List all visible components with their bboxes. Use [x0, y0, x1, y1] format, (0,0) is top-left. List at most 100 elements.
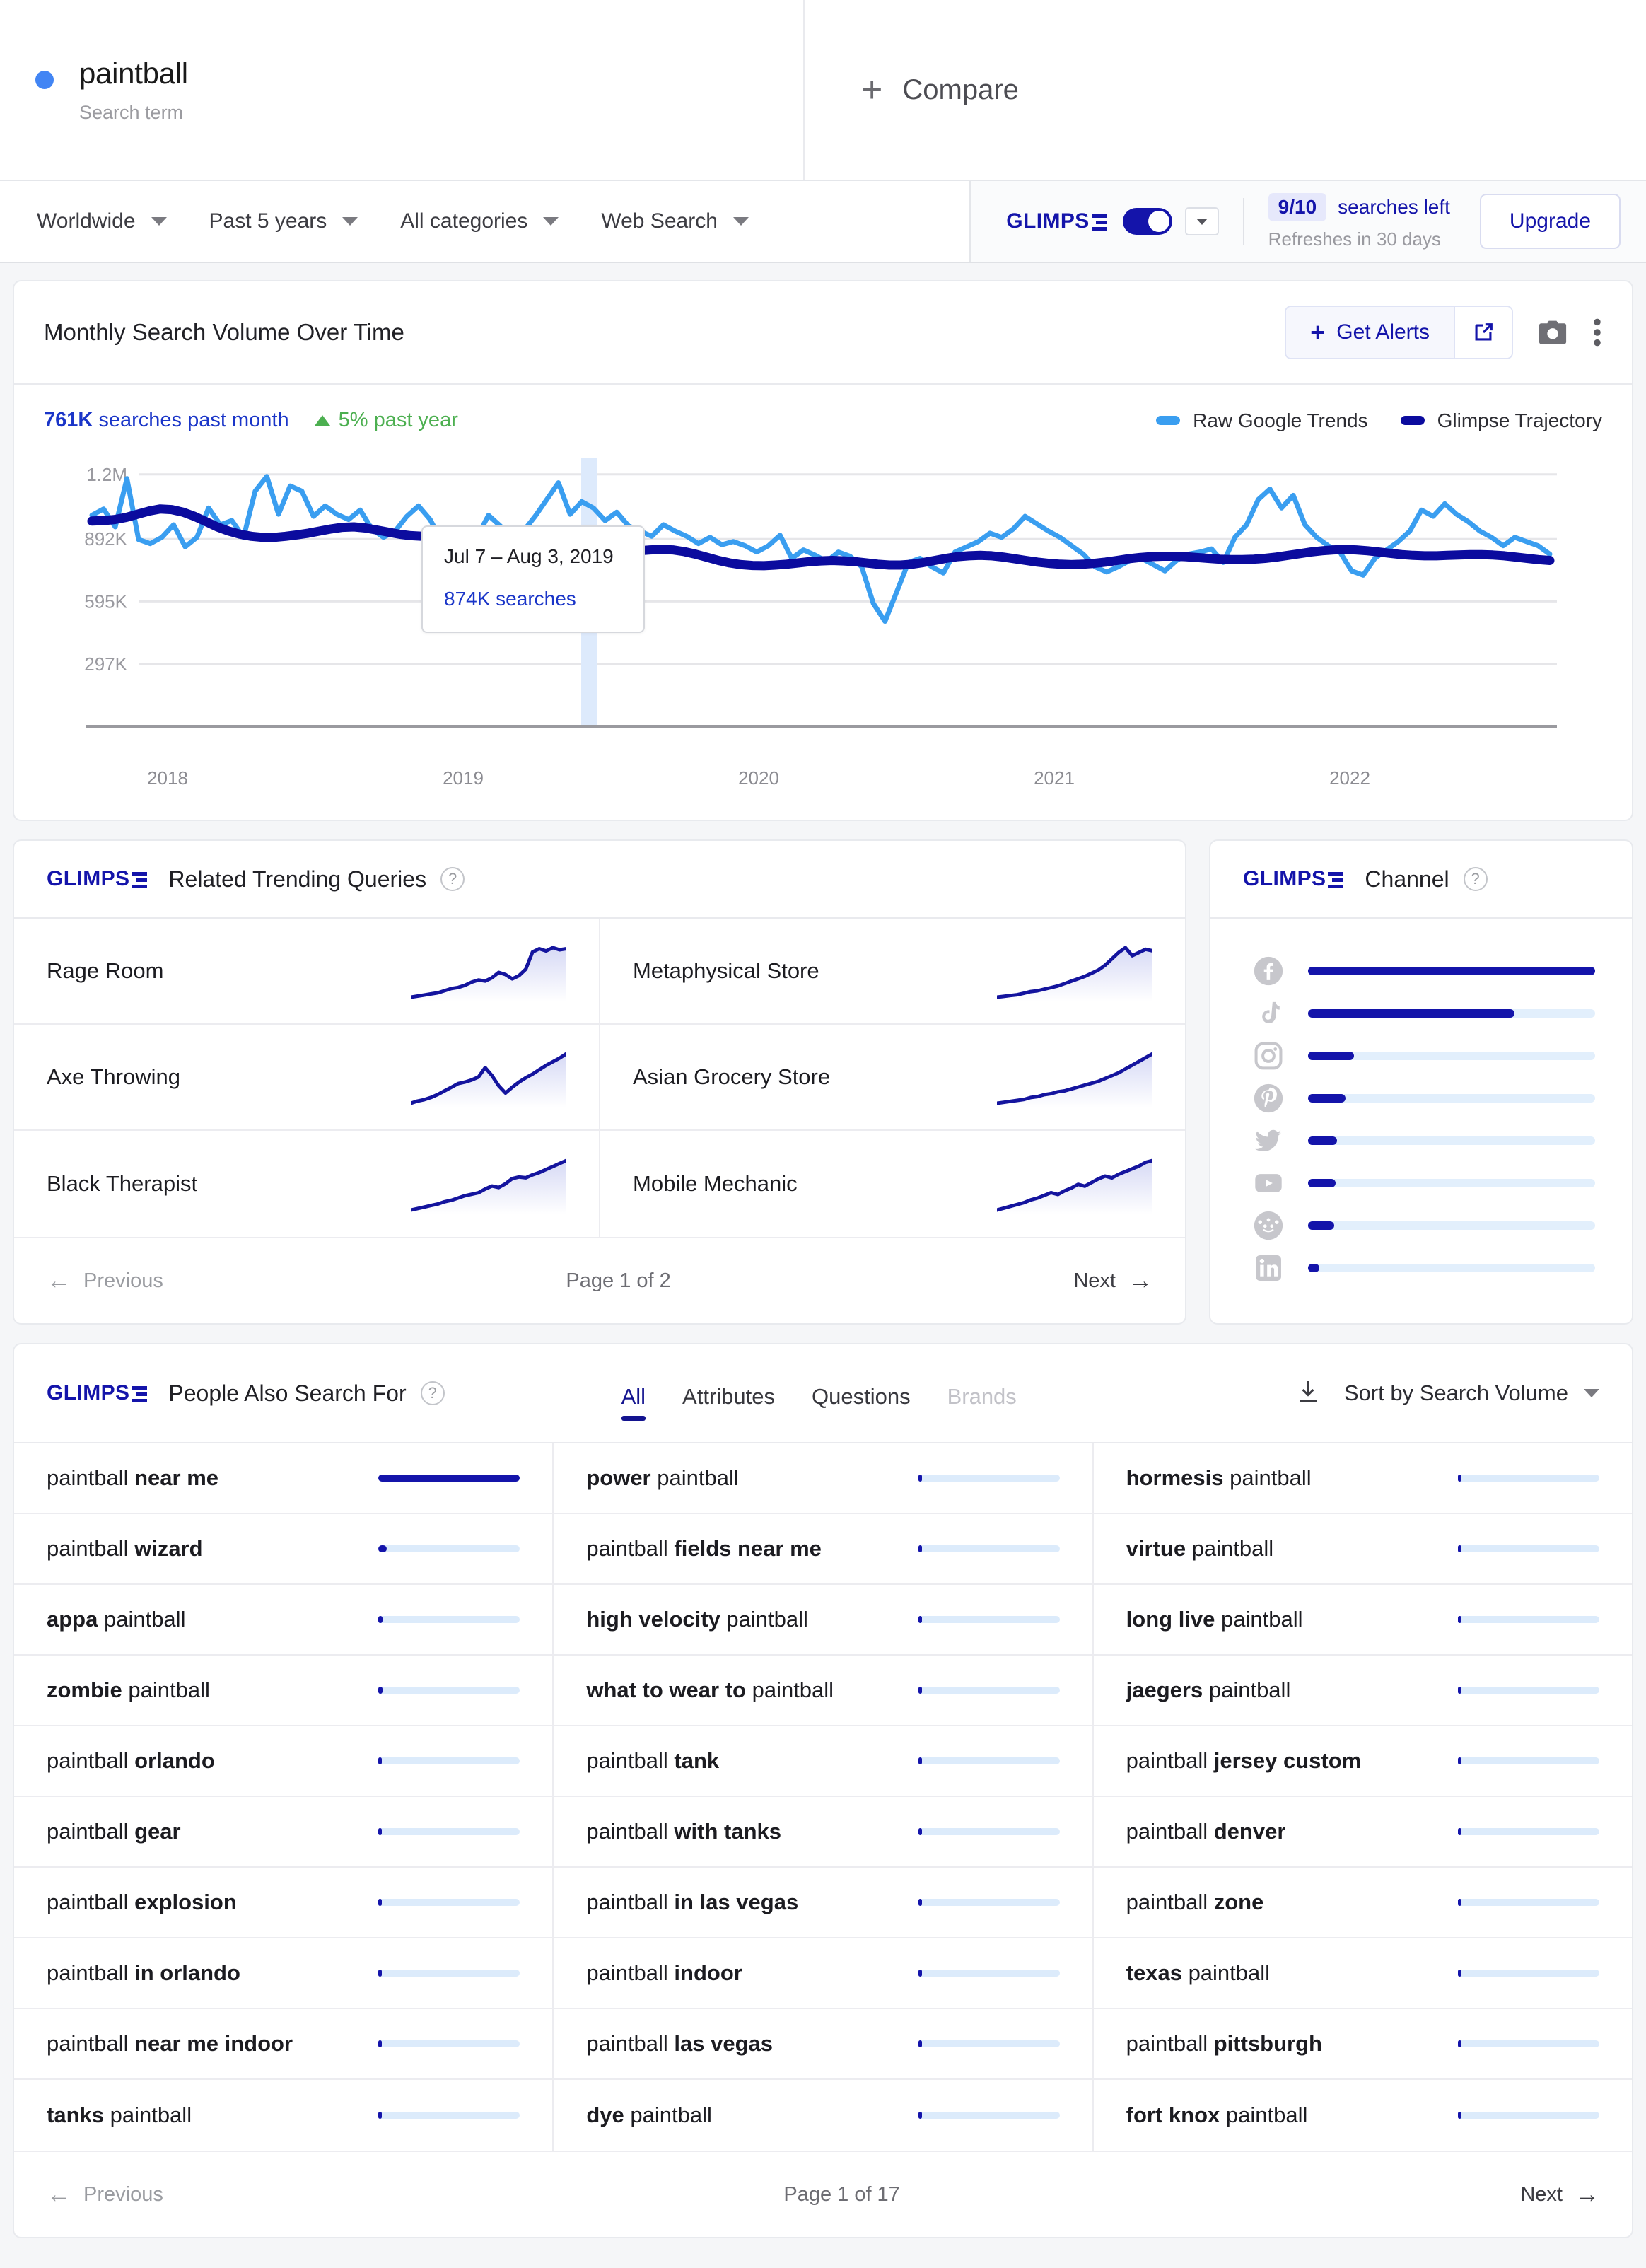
related-trending-queries-card: GLIMPS Related Trending Queries ? Rage R… [13, 839, 1186, 1325]
pasf-item[interactable]: fort knox paintball [1094, 2080, 1632, 2151]
pasf-item[interactable]: virtue paintball [1093, 1514, 1632, 1585]
channel-share-fill [1308, 1179, 1336, 1187]
channel-row [1253, 992, 1595, 1035]
tab-attributes[interactable]: Attributes [682, 1384, 775, 1421]
chevron-down-icon [1584, 1389, 1599, 1397]
help-icon[interactable]: ? [1463, 867, 1488, 891]
related-previous-button[interactable]: ← Previous [47, 1267, 163, 1295]
filter-location[interactable]: Worldwide [37, 209, 167, 233]
pasf-volume-fill [1457, 1757, 1461, 1764]
pasf-item[interactable]: paintball explosion [14, 1868, 553, 1938]
pasf-item[interactable]: paintball fields near me [554, 1514, 1092, 1585]
pasf-volume-track [918, 1828, 1060, 1835]
related-query-item[interactable]: Asian Grocery Store [600, 1025, 1185, 1131]
related-next-button[interactable]: Next → [1073, 1267, 1152, 1295]
pasf-query-label: paintball las vegas [586, 2031, 774, 2056]
glimpse-toggle[interactable] [1122, 208, 1172, 235]
pasf-item[interactable]: texas paintball [1093, 1938, 1632, 2009]
pasf-item[interactable]: paintball las vegas [554, 2009, 1092, 2080]
pasf-item[interactable]: paintball indoor [554, 1938, 1092, 2009]
get-alerts-button[interactable]: + Get Alerts [1286, 307, 1454, 358]
instagram-icon [1253, 1040, 1284, 1071]
screenshot-button[interactable] [1537, 318, 1568, 347]
term-bar: paintball Search term + Compare [0, 0, 1646, 181]
pasf-item[interactable]: jaegers paintball [1093, 1656, 1632, 1726]
pasf-item[interactable]: paintball zone [1093, 1868, 1632, 1938]
pasf-item[interactable]: paintball pittsburgh [1093, 2009, 1632, 2080]
compare-label: Compare [902, 74, 1019, 105]
pasf-volume-fill [378, 2112, 383, 2119]
plus-icon: + [861, 69, 883, 110]
pasf-volume-track [918, 1616, 1060, 1623]
pasf-item[interactable]: tanks paintball [14, 2080, 552, 2151]
related-query-item[interactable]: Axe Throwing [14, 1025, 599, 1131]
pasf-item[interactable]: long live paintball [1093, 1585, 1632, 1656]
pasf-item[interactable]: paintball denver [1093, 1797, 1632, 1868]
pasf-item[interactable]: paintball in orlando [14, 1938, 553, 2009]
glimpse-logo-bars [132, 1385, 148, 1402]
channel-row [1253, 1077, 1595, 1120]
pasf-item[interactable]: paintball orlando [14, 1726, 553, 1797]
tab-questions[interactable]: Questions [812, 1384, 911, 1421]
glimpse-options-dropdown[interactable] [1184, 207, 1219, 235]
pasf-next-button[interactable]: Next → [1520, 2181, 1599, 2209]
filter-category[interactable]: All categories [400, 209, 559, 233]
pasf-item[interactable]: paintball gear [14, 1797, 553, 1868]
camera-icon [1539, 320, 1567, 344]
x-axis-tick: 2021 [1034, 767, 1075, 789]
pasf-item[interactable]: zombie paintball [14, 1656, 553, 1726]
channel-row [1253, 1120, 1595, 1162]
pasf-volume-fill [918, 1899, 922, 1906]
svg-text:892K: 892K [84, 528, 127, 549]
tab-all[interactable]: All [621, 1384, 646, 1421]
download-button[interactable] [1297, 1380, 1319, 1407]
compare-button[interactable]: + Compare [805, 0, 1646, 180]
search-term-card[interactable]: paintball Search term [0, 0, 805, 180]
pasf-item[interactable]: paintball in las vegas [554, 1868, 1092, 1938]
pasf-previous-button[interactable]: ← Previous [47, 2181, 163, 2209]
sort-dropdown[interactable]: Sort by Search Volume [1344, 1380, 1599, 1406]
related-query-item[interactable]: Rage Room [14, 919, 599, 1025]
pinterest-icon [1253, 1083, 1284, 1114]
open-external-button[interactable] [1454, 307, 1512, 358]
channel-share-fill [1308, 1136, 1337, 1145]
pasf-item[interactable]: dye paintball [554, 2080, 1092, 2151]
search-term-subtitle: Search term [79, 101, 184, 123]
svg-text:297K: 297K [84, 653, 127, 675]
pasf-volume-track [918, 1899, 1060, 1906]
upgrade-button[interactable]: Upgrade [1479, 194, 1621, 249]
filter-timerange[interactable]: Past 5 years [209, 209, 358, 233]
pasf-item[interactable]: power paintball [554, 1443, 1092, 1514]
pasf-volume-track [918, 2040, 1060, 2047]
help-icon[interactable]: ? [440, 867, 465, 891]
trend-plot[interactable]: 1.2M 892K 595K 297K Jul 7 – Aug 3, 2019 874… [44, 442, 1602, 753]
pasf-item[interactable]: paintball near me [14, 1443, 553, 1514]
pasf-item[interactable]: paintball tank [554, 1726, 1092, 1797]
related-query-item[interactable]: Metaphysical Store [600, 919, 1185, 1025]
filter-searchtype[interactable]: Web Search [601, 209, 749, 233]
related-query-label: Mobile Mechanic [633, 1171, 798, 1196]
chart-title: Monthly Search Volume Over Time [44, 319, 404, 345]
related-query-item[interactable]: Black Therapist [14, 1131, 599, 1237]
more-options-button[interactable] [1592, 317, 1602, 348]
monthly-volume: 761K searches past month [44, 409, 289, 432]
related-query-label: Rage Room [47, 958, 164, 983]
pasf-query-label: texas paintball [1126, 1960, 1271, 1985]
pasf-item[interactable]: high velocity paintball [554, 1585, 1092, 1656]
tooltip-value: 874K searches [444, 588, 576, 610]
pasf-item[interactable]: paintball jersey custom [1093, 1726, 1632, 1797]
filter-bar: Worldwide Past 5 years All categories We… [0, 181, 1646, 263]
pasf-volume-track [378, 2112, 520, 2119]
pasf-title: People Also Search For [168, 1380, 407, 1406]
help-icon[interactable]: ? [420, 1381, 445, 1405]
pasf-item[interactable]: what to wear to paintball [554, 1656, 1092, 1726]
pasf-item[interactable]: paintball with tanks [554, 1797, 1092, 1868]
pasf-item[interactable]: paintball wizard [14, 1514, 553, 1585]
pasf-item[interactable]: paintball near me indoor [14, 2009, 553, 2080]
channel-share-track [1308, 1009, 1595, 1018]
pasf-volume-fill [918, 1616, 922, 1623]
related-query-item[interactable]: Mobile Mechanic [600, 1131, 1185, 1237]
related-pager: ← Previous Page 1 of 2 Next → [14, 1237, 1185, 1323]
pasf-item[interactable]: appa paintball [14, 1585, 553, 1656]
pasf-item[interactable]: hormesis paintball [1093, 1443, 1632, 1514]
